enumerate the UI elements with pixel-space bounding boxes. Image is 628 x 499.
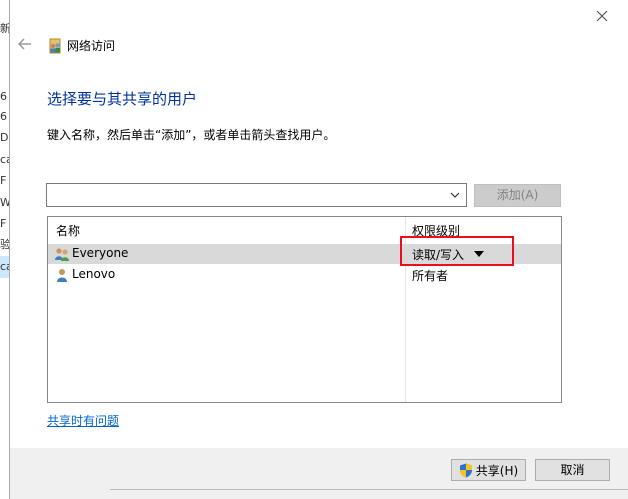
permission-dropdown-arrow-icon[interactable] [474,251,484,257]
permission-level: 所有者 [412,269,449,283]
list-item-lenovo[interactable]: Lenovo 所有者 [48,265,561,285]
column-header-name[interactable]: 名称 [56,222,80,239]
dialog-title-text: 网络访问 [67,39,116,53]
network-users-icon [49,38,61,53]
share-button[interactable]: 共享(H) [451,459,526,481]
background-text: 6 [0,90,7,103]
user-icon [57,269,67,282]
column-header-permission[interactable]: 权限级别 [412,222,460,239]
back-arrow-icon [17,38,31,50]
background-text: ca [0,153,9,166]
network-access-dialog: 网络访问 选择要与其共享的用户 键入名称，然后单击“添加”，或者单击箭头查找用户… [9,0,628,499]
background-text: ca [0,256,9,278]
close-icon [596,10,608,22]
users-group-icon [55,248,69,261]
user-name-combobox[interactable] [46,183,467,207]
shield-icon [459,463,472,477]
chevron-down-icon[interactable] [448,188,462,202]
background-text: F [0,217,7,230]
permission-level[interactable]: 读取/写入 [412,246,464,263]
dialog-title: 网络访问 [47,37,115,54]
list-header: 名称 权限级别 [48,217,561,241]
user-name: Everyone [72,246,129,260]
page-heading: 选择要与其共享的用户 [47,90,198,108]
dialog-footer: 共享(H) 取消 [10,448,628,499]
add-button[interactable]: 添加(A) [474,184,561,207]
background-text: W [0,196,9,209]
background-text: 6 [0,110,7,123]
share-button-label: 共享(H) [475,463,519,478]
user-permission-list: 名称 权限级别 Everyone 读取/写入 Lenovo 所有者 [47,216,562,403]
close-button[interactable] [592,6,612,26]
user-name: Lenovo [72,267,116,281]
cancel-button[interactable]: 取消 [535,459,610,481]
background-window-edge [110,489,628,490]
background-text: D [0,131,9,144]
back-button[interactable] [16,36,34,54]
background-text: 验 [0,238,9,251]
list-item-everyone[interactable]: Everyone 读取/写入 [48,244,561,264]
sharing-help-link[interactable]: 共享时有问题 [47,412,119,429]
background-text: F [0,174,7,187]
background-text: 新 [0,22,9,35]
user-name-input[interactable] [50,185,444,207]
instruction-text: 键入名称，然后单击“添加”，或者单击箭头查找用户。 [47,128,336,142]
